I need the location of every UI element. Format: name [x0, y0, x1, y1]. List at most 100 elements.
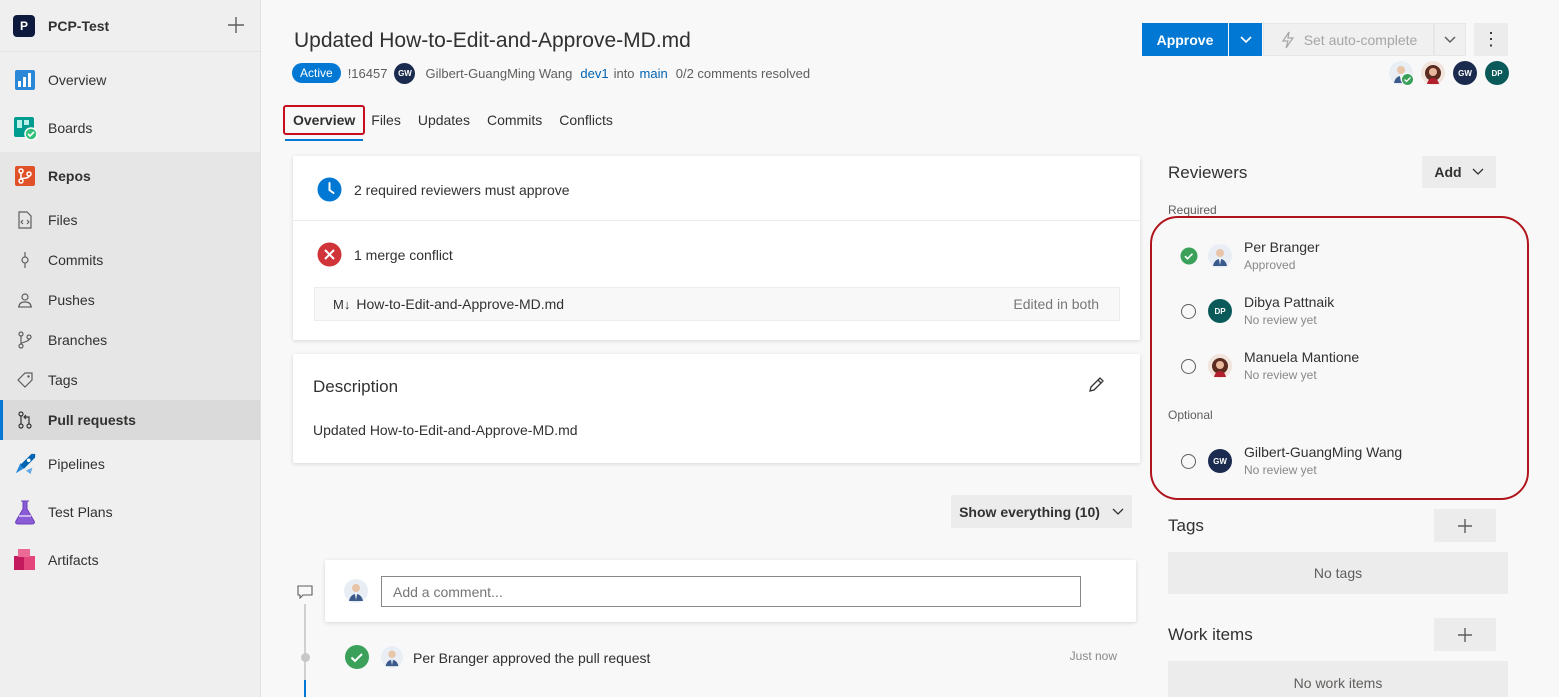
tags-title: Tags — [1168, 516, 1204, 535]
nav-pipelines-label: Pipelines — [48, 456, 105, 472]
required-reviewers-status: 2 required reviewers must approve — [317, 177, 570, 202]
tab-files[interactable]: Files — [371, 112, 401, 128]
work-items-empty: No work items — [1168, 661, 1508, 697]
nav-branches[interactable]: Branches — [0, 330, 260, 350]
nav-pipelines[interactable]: Pipelines — [0, 452, 260, 476]
nav-files[interactable]: Files — [0, 210, 260, 230]
pr-tabs: Overview Files Updates Commits Conflicts — [283, 102, 630, 141]
reviewer-avatar-manuela[interactable] — [1421, 61, 1445, 85]
pr-id: !16457 — [347, 65, 388, 81]
new-item-plus-icon[interactable] — [226, 15, 246, 35]
test-plans-icon — [13, 500, 37, 525]
status-card: 2 required reviewers must approve 1 merg… — [293, 156, 1140, 340]
source-branch-link[interactable]: dev1 — [580, 66, 608, 81]
project-name[interactable]: PCP-Test — [48, 18, 109, 34]
overview-icon — [13, 68, 37, 92]
nav-repos[interactable]: Repos — [0, 164, 260, 188]
nav-overview[interactable]: Overview — [0, 68, 260, 92]
tag-icon — [15, 370, 35, 390]
nav-files-label: Files — [48, 212, 78, 228]
per-branger-avatar — [381, 646, 403, 668]
approved-check-icon — [1401, 73, 1414, 86]
pull-request-icon — [15, 410, 35, 430]
nav-boards[interactable]: Boards — [0, 116, 260, 140]
push-icon — [15, 290, 35, 310]
nav-test-plans[interactable]: Test Plans — [0, 500, 260, 525]
activity-filter-label: Show everything (10) — [959, 503, 1100, 520]
plus-icon — [1458, 627, 1472, 642]
pipelines-icon — [13, 452, 37, 476]
nav-commits-label: Commits — [48, 252, 104, 268]
nav-commits[interactable]: Commits — [0, 250, 260, 270]
tab-conflicts[interactable]: Conflicts — [559, 112, 613, 128]
reviewer-avatar-gw[interactable]: GW — [1453, 61, 1477, 85]
file-code-icon — [15, 210, 35, 230]
activity-filter-dropdown[interactable]: Show everything (10) — [951, 495, 1132, 528]
chevron-down-icon — [1112, 508, 1124, 515]
description-card: Description Updated How-to-Edit-and-Appr… — [293, 354, 1140, 463]
nav-pull-requests[interactable]: Pull requests — [0, 410, 260, 430]
required-label: Required — [1168, 203, 1217, 217]
author-avatar: GW — [394, 62, 416, 84]
timeline-dot — [301, 653, 310, 662]
comment-icon — [297, 585, 313, 599]
tab-commits[interactable]: Commits — [487, 112, 542, 128]
more-actions-button[interactable]: ⋮ — [1474, 23, 1508, 56]
approve-options-button[interactable] — [1229, 23, 1262, 56]
nav-pushes-label: Pushes — [48, 292, 95, 308]
comment-input[interactable] — [381, 576, 1081, 607]
commit-icon — [15, 250, 35, 270]
nav-tags[interactable]: Tags — [0, 370, 260, 390]
approved-check-icon — [345, 645, 369, 669]
nav-repos-label: Repos — [48, 168, 91, 184]
project-logo: P — [13, 14, 35, 37]
author-name[interactable]: Gilbert-GuangMing Wang — [425, 66, 572, 81]
nav-branches-label: Branches — [48, 332, 108, 348]
markdown-file-icon: M↓ — [333, 296, 351, 312]
nav-artifacts[interactable]: Artifacts — [0, 548, 260, 572]
artifacts-icon — [13, 548, 37, 572]
boards-icon — [13, 116, 37, 140]
reviewer-avatar-dp[interactable]: DP — [1485, 61, 1509, 85]
tags-empty: No tags — [1168, 552, 1508, 594]
merge-conflict-status: 1 merge conflict — [317, 242, 453, 267]
lightning-icon — [1281, 31, 1294, 48]
approve-button[interactable]: Approve — [1142, 23, 1228, 56]
reviewer-avatar-per-branger[interactable] — [1389, 61, 1414, 86]
activity-event-time: Just now — [1069, 649, 1117, 663]
timeline-current — [304, 680, 306, 697]
conflict-state: Edited in both — [1013, 296, 1099, 312]
reviewers-title: Reviewers — [1168, 163, 1248, 182]
add-tag-button[interactable] — [1434, 509, 1496, 542]
left-nav: P PCP-Test Overview Boards Repos Files C… — [0, 0, 261, 697]
tab-overview[interactable]: Overview — [283, 105, 366, 141]
nav-overview-label: Overview — [48, 72, 107, 88]
add-work-item-button[interactable] — [1434, 618, 1496, 651]
pr-title: Updated How-to-Edit-and-Approve-MD.md — [294, 29, 691, 52]
merge-conflict-text: 1 merge conflict — [354, 246, 453, 263]
description-text: Updated How-to-Edit-and-Approve-MD.md — [313, 422, 578, 438]
tab-updates[interactable]: Updates — [418, 112, 470, 128]
main-content: Updated How-to-Edit-and-Approve-MD.md Ac… — [261, 0, 1559, 697]
new-comment-card — [325, 560, 1136, 622]
nav-pull-requests-label: Pull requests — [48, 412, 136, 428]
nav-test-plans-label: Test Plans — [48, 504, 113, 520]
auto-complete-options-button[interactable] — [1434, 23, 1466, 56]
conflict-file-row[interactable]: M↓ How-to-Edit-and-Approve-MD.md Edited … — [314, 287, 1120, 321]
required-reviewers-text: 2 required reviewers must approve — [354, 181, 570, 198]
plus-icon — [1458, 518, 1472, 533]
status-badge: Active — [292, 63, 341, 83]
work-items-title: Work items — [1168, 625, 1253, 644]
conflict-file-name: How-to-Edit-and-Approve-MD.md — [356, 296, 565, 312]
comments-resolved: 0/2 comments resolved — [675, 65, 811, 81]
add-reviewer-button[interactable]: Add — [1422, 156, 1496, 188]
target-branch-link[interactable]: main — [640, 66, 668, 81]
nav-pushes[interactable]: Pushes — [0, 290, 260, 310]
into-label: into — [613, 65, 635, 81]
add-reviewer-label: Add — [1434, 164, 1462, 180]
activity-event-text: Per Branger approved the pull request — [413, 650, 651, 666]
nav-artifacts-label: Artifacts — [48, 552, 99, 568]
chevron-down-icon — [1472, 168, 1484, 175]
pencil-icon[interactable] — [1087, 376, 1105, 394]
set-auto-complete-button[interactable]: Set auto-complete — [1263, 23, 1434, 56]
